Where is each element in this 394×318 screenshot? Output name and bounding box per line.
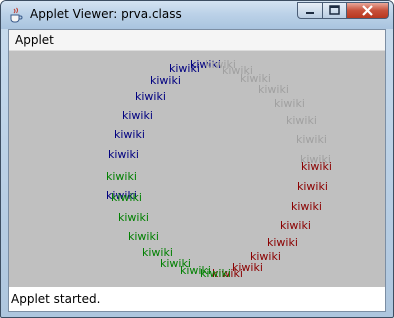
kiwiki-word-green: kiwiki [200,267,231,280]
kiwiki-word-red: kiwiki [301,160,332,173]
kiwiki-word-blue: kiwiki [135,90,166,103]
minimize-icon [306,12,314,14]
status-text: Applet started. [11,292,101,306]
kiwiki-word-red: kiwiki [267,236,298,249]
kiwiki-word-blue: kiwiki [114,128,145,141]
applet-canvas[interactable]: kiwiki kiwiki kiwiki kiwiki kiwiki kiwiki kiwi… [9,51,385,287]
kiwiki-ring-drawing: kiwikikiwikikiwikikiwikikiwikikiwikikiwi… [106,58,332,280]
java-coffee-icon [8,7,24,23]
kiwiki-word-red: kiwiki [297,180,328,193]
status-bar: Applet started. [9,287,385,311]
close-icon [362,5,373,16]
kiwiki-word-blue: kiwiki [122,109,153,122]
kiwiki-word-gray: kiwiki [274,97,305,110]
client-area: Applet kiwiki kiwiki kiwiki kiwiki kiwiki kiw… [8,29,386,312]
kiwiki-word-gray: kiwiki [286,114,317,127]
minimize-button[interactable] [297,2,323,19]
kiwiki-word-blue: kiwiki [108,148,139,161]
kiwiki-word-blue: kiwiki [150,74,181,87]
menu-applet[interactable]: Applet [15,33,54,47]
kiwiki-word-red: kiwiki [280,219,311,232]
maximize-icon [329,5,340,15]
applet-viewer-window: Applet Viewer: prva.class Applet kiwiki k… [0,0,394,318]
kiwiki-word-green: kiwiki [118,211,149,224]
kiwiki-word-gray: kiwiki [258,83,289,96]
kiwiki-word-green: kiwiki [128,230,159,243]
kiwiki-word-gray: kiwiki [296,133,327,146]
maximize-button[interactable] [322,2,347,19]
kiwiki-word-red: kiwiki [291,200,322,213]
title-bar[interactable]: Applet Viewer: prva.class [1,1,393,29]
menu-bar: Applet [9,30,385,51]
kiwiki-word-green: kiwiki [106,170,137,183]
kiwiki-word-green: kiwiki [111,191,142,204]
close-button[interactable] [346,2,389,19]
window-title: Applet Viewer: prva.class [30,7,182,21]
